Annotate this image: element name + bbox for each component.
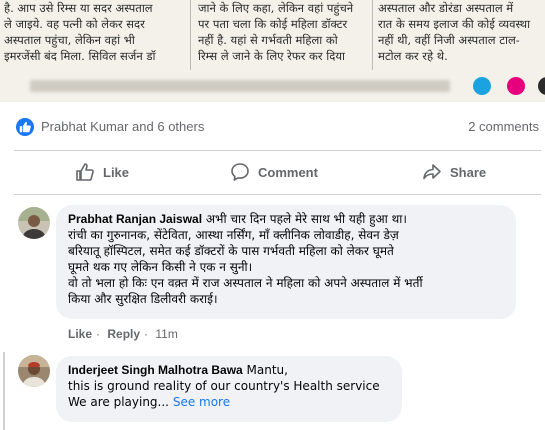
comment-author[interactable]: Prabhat Ranjan Jaiswal — [68, 212, 202, 226]
avatar[interactable] — [18, 355, 50, 387]
comment-like-link[interactable]: Like — [68, 327, 92, 341]
blurred-footer — [30, 80, 450, 92]
comment-timestamp[interactable]: 11m — [155, 327, 177, 341]
column-divider — [190, 0, 191, 70]
divider — [14, 194, 541, 195]
like-reaction-icon[interactable] — [16, 118, 34, 136]
comment-text: this is ground reality of our country's … — [68, 379, 380, 393]
divider — [14, 150, 541, 151]
comment-reply-link[interactable]: Reply — [107, 327, 140, 341]
comment-bubble-icon — [231, 163, 249, 181]
thumbs-up-icon — [76, 163, 94, 181]
comment-text: अभी चार दिन पहले मेरे साथ भी यही हुआ था।… — [68, 212, 423, 306]
share-button-label: Share — [450, 164, 487, 180]
reaction-summary[interactable]: Prabhat Kumar and 6 others — [41, 119, 204, 134]
avatar[interactable] — [18, 207, 50, 239]
comment-author[interactable]: Inderjeet Singh Malhotra Bawa — [68, 363, 243, 377]
thread-line — [3, 352, 5, 430]
registration-dot-black — [538, 77, 545, 95]
post-image[interactable]: है. आप उसे रिम्स या सदर अस्पताल ले जाइये… — [0, 0, 545, 102]
share-button[interactable]: Share — [422, 158, 486, 186]
comment-button-label: Comment — [258, 164, 318, 180]
registration-dot-magenta — [507, 77, 525, 95]
like-button-label: Like — [103, 164, 130, 180]
post-actions: Like Comment Share — [0, 152, 545, 192]
clipping-column-3: अस्पताल और डोरंडा अस्पताल में रात के समय… — [378, 1, 531, 63]
clipping-column-1: है. आप उसे रिम्स या सदर अस्पताल ले जाइये… — [4, 1, 156, 63]
comments-count[interactable]: 2 comments — [468, 119, 539, 134]
comment-text-truncated: We are playing... — [68, 395, 169, 409]
comment-mention: Mantu, — [242, 363, 288, 377]
column-divider — [372, 0, 373, 70]
comment-bubble: Prabhat Ranjan Jaiswal अभी चार दिन पहले … — [56, 205, 516, 319]
share-arrow-icon — [423, 164, 441, 180]
see-more-link[interactable]: See more — [173, 395, 230, 409]
like-button[interactable]: Like — [75, 158, 129, 186]
registration-dot-cyan — [473, 77, 491, 95]
comment-button[interactable]: Comment — [230, 158, 318, 186]
clipping-column-2: जाने के लिए कहा, लेकिन वहां पहुंचने पर प… — [198, 1, 354, 63]
comment-bubble: Inderjeet Singh Malhotra Bawa Mantu, thi… — [56, 356, 402, 422]
reactions-bar: Prabhat Kumar and 6 others 2 comments — [0, 112, 545, 146]
comment-meta: Like · Reply · 11m — [68, 327, 178, 341]
